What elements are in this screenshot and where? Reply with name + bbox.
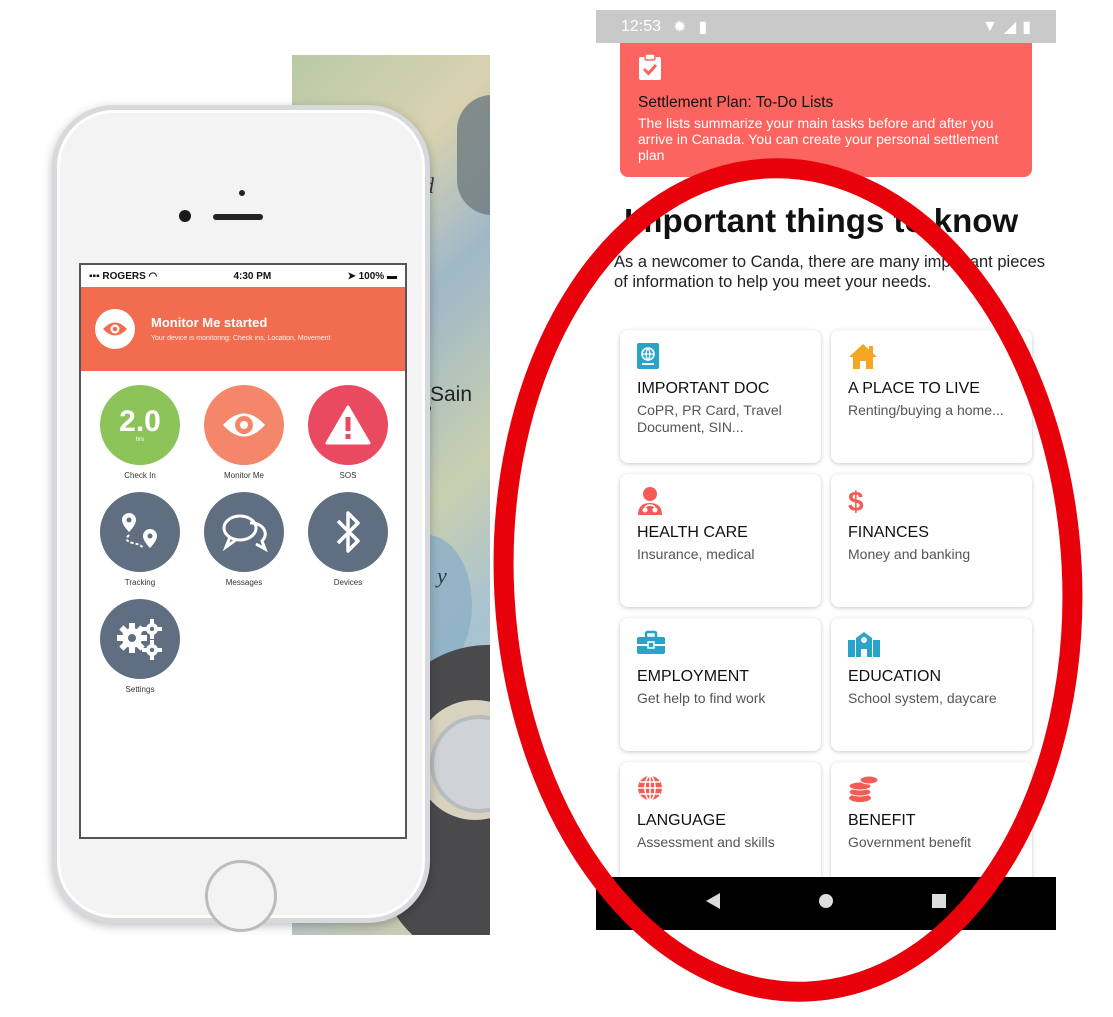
coins-icon	[847, 774, 879, 802]
back-icon[interactable]	[705, 892, 721, 915]
bluetooth-icon	[308, 492, 388, 572]
battery-icon: ▬	[386, 270, 397, 282]
globe-icon	[636, 774, 664, 802]
card-title: EDUCATION	[848, 668, 942, 685]
card-title: LANGUAGE	[637, 812, 726, 829]
sos-tile[interactable]: SOS	[297, 385, 399, 480]
tile-label: Messages	[225, 578, 263, 587]
signal-icon: ▪▪▪	[89, 270, 103, 282]
doctor-icon	[636, 486, 664, 515]
card-title: EMPLOYMENT	[637, 668, 750, 685]
card-subtitle: Money and banking	[848, 546, 971, 562]
camera	[179, 210, 191, 222]
map-city-label: Sain	[430, 383, 473, 406]
section-heading: Important things to know	[624, 202, 1019, 239]
devices-tile[interactable]: Devices	[297, 492, 399, 587]
check-in-tile[interactable]: 2.0 hrs Check In	[89, 385, 191, 480]
android-status-bar: 12:53 ✹ ▮ ▼ ◢ ▮	[596, 10, 1056, 43]
monitor-banner[interactable]: Monitor Me started Your device is monito…	[81, 287, 405, 371]
tracking-tile[interactable]: Tracking	[89, 492, 191, 587]
category-card-important-doc[interactable]: IMPORTANT DOC CoPR, PR Card, Travel Docu…	[620, 330, 821, 463]
dollar-icon: $	[847, 486, 875, 517]
tile-label: SOS	[339, 471, 357, 480]
clipboard-check-icon	[637, 53, 663, 86]
section-intro: As a newcomer to Canda, there are many i…	[614, 253, 1046, 291]
wifi-icon: ▼	[982, 17, 998, 35]
settlement-plan-description: The lists summarize your main tasks befo…	[638, 115, 999, 164]
clock: 4:30 PM	[233, 270, 272, 282]
settings-tile[interactable]: Settings	[89, 599, 191, 694]
check-in-circle: 2.0 hrs	[100, 385, 180, 465]
category-card-education[interactable]: EDUCATION School system, daycare	[831, 618, 1032, 751]
battery-level: 100%	[358, 270, 385, 282]
status-time: 12:53	[621, 17, 662, 35]
house-icon	[847, 342, 877, 370]
iphone-frame: ▪▪▪ ROGERS ◠ 4:30 PM ➤ 100% ▬ Monitor Me…	[52, 105, 430, 932]
speaker	[213, 214, 263, 220]
card-title: A PLACE TO LIVE	[848, 380, 980, 397]
card-subtitle: Get help to find work	[637, 690, 766, 706]
tile-label: Settings	[125, 685, 155, 694]
card-title: BENEFIT	[848, 812, 916, 829]
warning-icon	[308, 385, 388, 465]
banner-subtitle: Your device is monitoring: Check ins, Lo…	[151, 334, 331, 342]
passport-icon	[636, 342, 664, 370]
settings-gear-icon: ✹	[673, 18, 687, 36]
messages-tile[interactable]: Messages	[193, 492, 295, 587]
monitor-me-promo-photo: nd y Sain ▪▪▪ ROGERS ◠ 4:30 PM ➤ 100% ▬ …	[0, 55, 490, 935]
category-card-finances[interactable]: $ FINANCES Money and banking	[831, 474, 1032, 607]
tile-label: Devices	[333, 578, 363, 587]
gears-icon	[100, 599, 180, 679]
card-subtitle: Assessment and skills	[637, 834, 775, 850]
route-icon	[100, 492, 180, 572]
svg-text:$: $	[848, 486, 864, 516]
card-subtitle: School system, daycare	[848, 690, 997, 706]
category-card-benefit[interactable]: BENEFIT Government benefit	[831, 762, 1032, 895]
tile-label: Monitor Me	[223, 471, 264, 480]
settlement-plan-title: Settlement Plan: To-Do Lists	[638, 94, 834, 111]
sd-card-icon: ▮	[698, 18, 708, 36]
wifi-icon: ◠	[148, 270, 158, 282]
ios-status-bar: ▪▪▪ ROGERS ◠ 4:30 PM ➤ 100% ▬	[81, 265, 405, 287]
card-title: IMPORTANT DOC	[637, 380, 770, 397]
briefcase-icon	[636, 630, 665, 658]
battery-icon: ▮	[1022, 18, 1031, 36]
tile-label: Check In	[124, 471, 156, 480]
phone-screen: ▪▪▪ ROGERS ◠ 4:30 PM ➤ 100% ▬ Monitor Me…	[79, 263, 407, 839]
location-icon: ➤	[347, 270, 359, 282]
monitor-me-tile[interactable]: Monitor Me	[193, 385, 295, 480]
home-button[interactable]	[205, 860, 277, 932]
settlement-plan-card[interactable]: Settlement Plan: To-Do Lists The lists s…	[620, 43, 1032, 177]
recents-icon[interactable]	[931, 893, 947, 914]
school-icon	[847, 630, 880, 658]
category-card-employment[interactable]: EMPLOYMENT Get help to find work	[620, 618, 821, 751]
chat-icon	[204, 492, 284, 572]
android-app-screen: 12:53 ✹ ▮ ▼ ◢ ▮ Settlement Plan: To-Do L…	[596, 10, 1056, 930]
eye-icon	[95, 309, 135, 349]
signal-icon: ◢	[1003, 18, 1017, 36]
banner-title: Monitor Me started	[151, 314, 268, 330]
map-label: y	[437, 563, 447, 588]
category-card-language[interactable]: LANGUAGE Assessment and skills	[620, 762, 821, 895]
category-card-health-care[interactable]: HEALTH CARE Insurance, medical	[620, 474, 821, 607]
carrier: ROGERS	[102, 270, 146, 282]
card-subtitle: Government benefit	[848, 834, 971, 850]
android-nav-bar	[596, 877, 1056, 930]
card-subtitle: Insurance, medical	[637, 546, 755, 562]
tile-label: Tracking	[124, 578, 156, 587]
card-subtitle: CoPR, PR Card, Travel Document, SIN...	[637, 402, 782, 435]
category-card-a-place-to-live[interactable]: A PLACE TO LIVE Renting/buying a home...	[831, 330, 1032, 463]
eye-icon	[204, 385, 284, 465]
check-in-value: 2.0	[119, 405, 161, 438]
home-icon[interactable]	[818, 893, 834, 914]
card-title: FINANCES	[848, 524, 929, 541]
card-subtitle: Renting/buying a home...	[848, 402, 1004, 418]
card-title: HEALTH CARE	[637, 524, 748, 541]
